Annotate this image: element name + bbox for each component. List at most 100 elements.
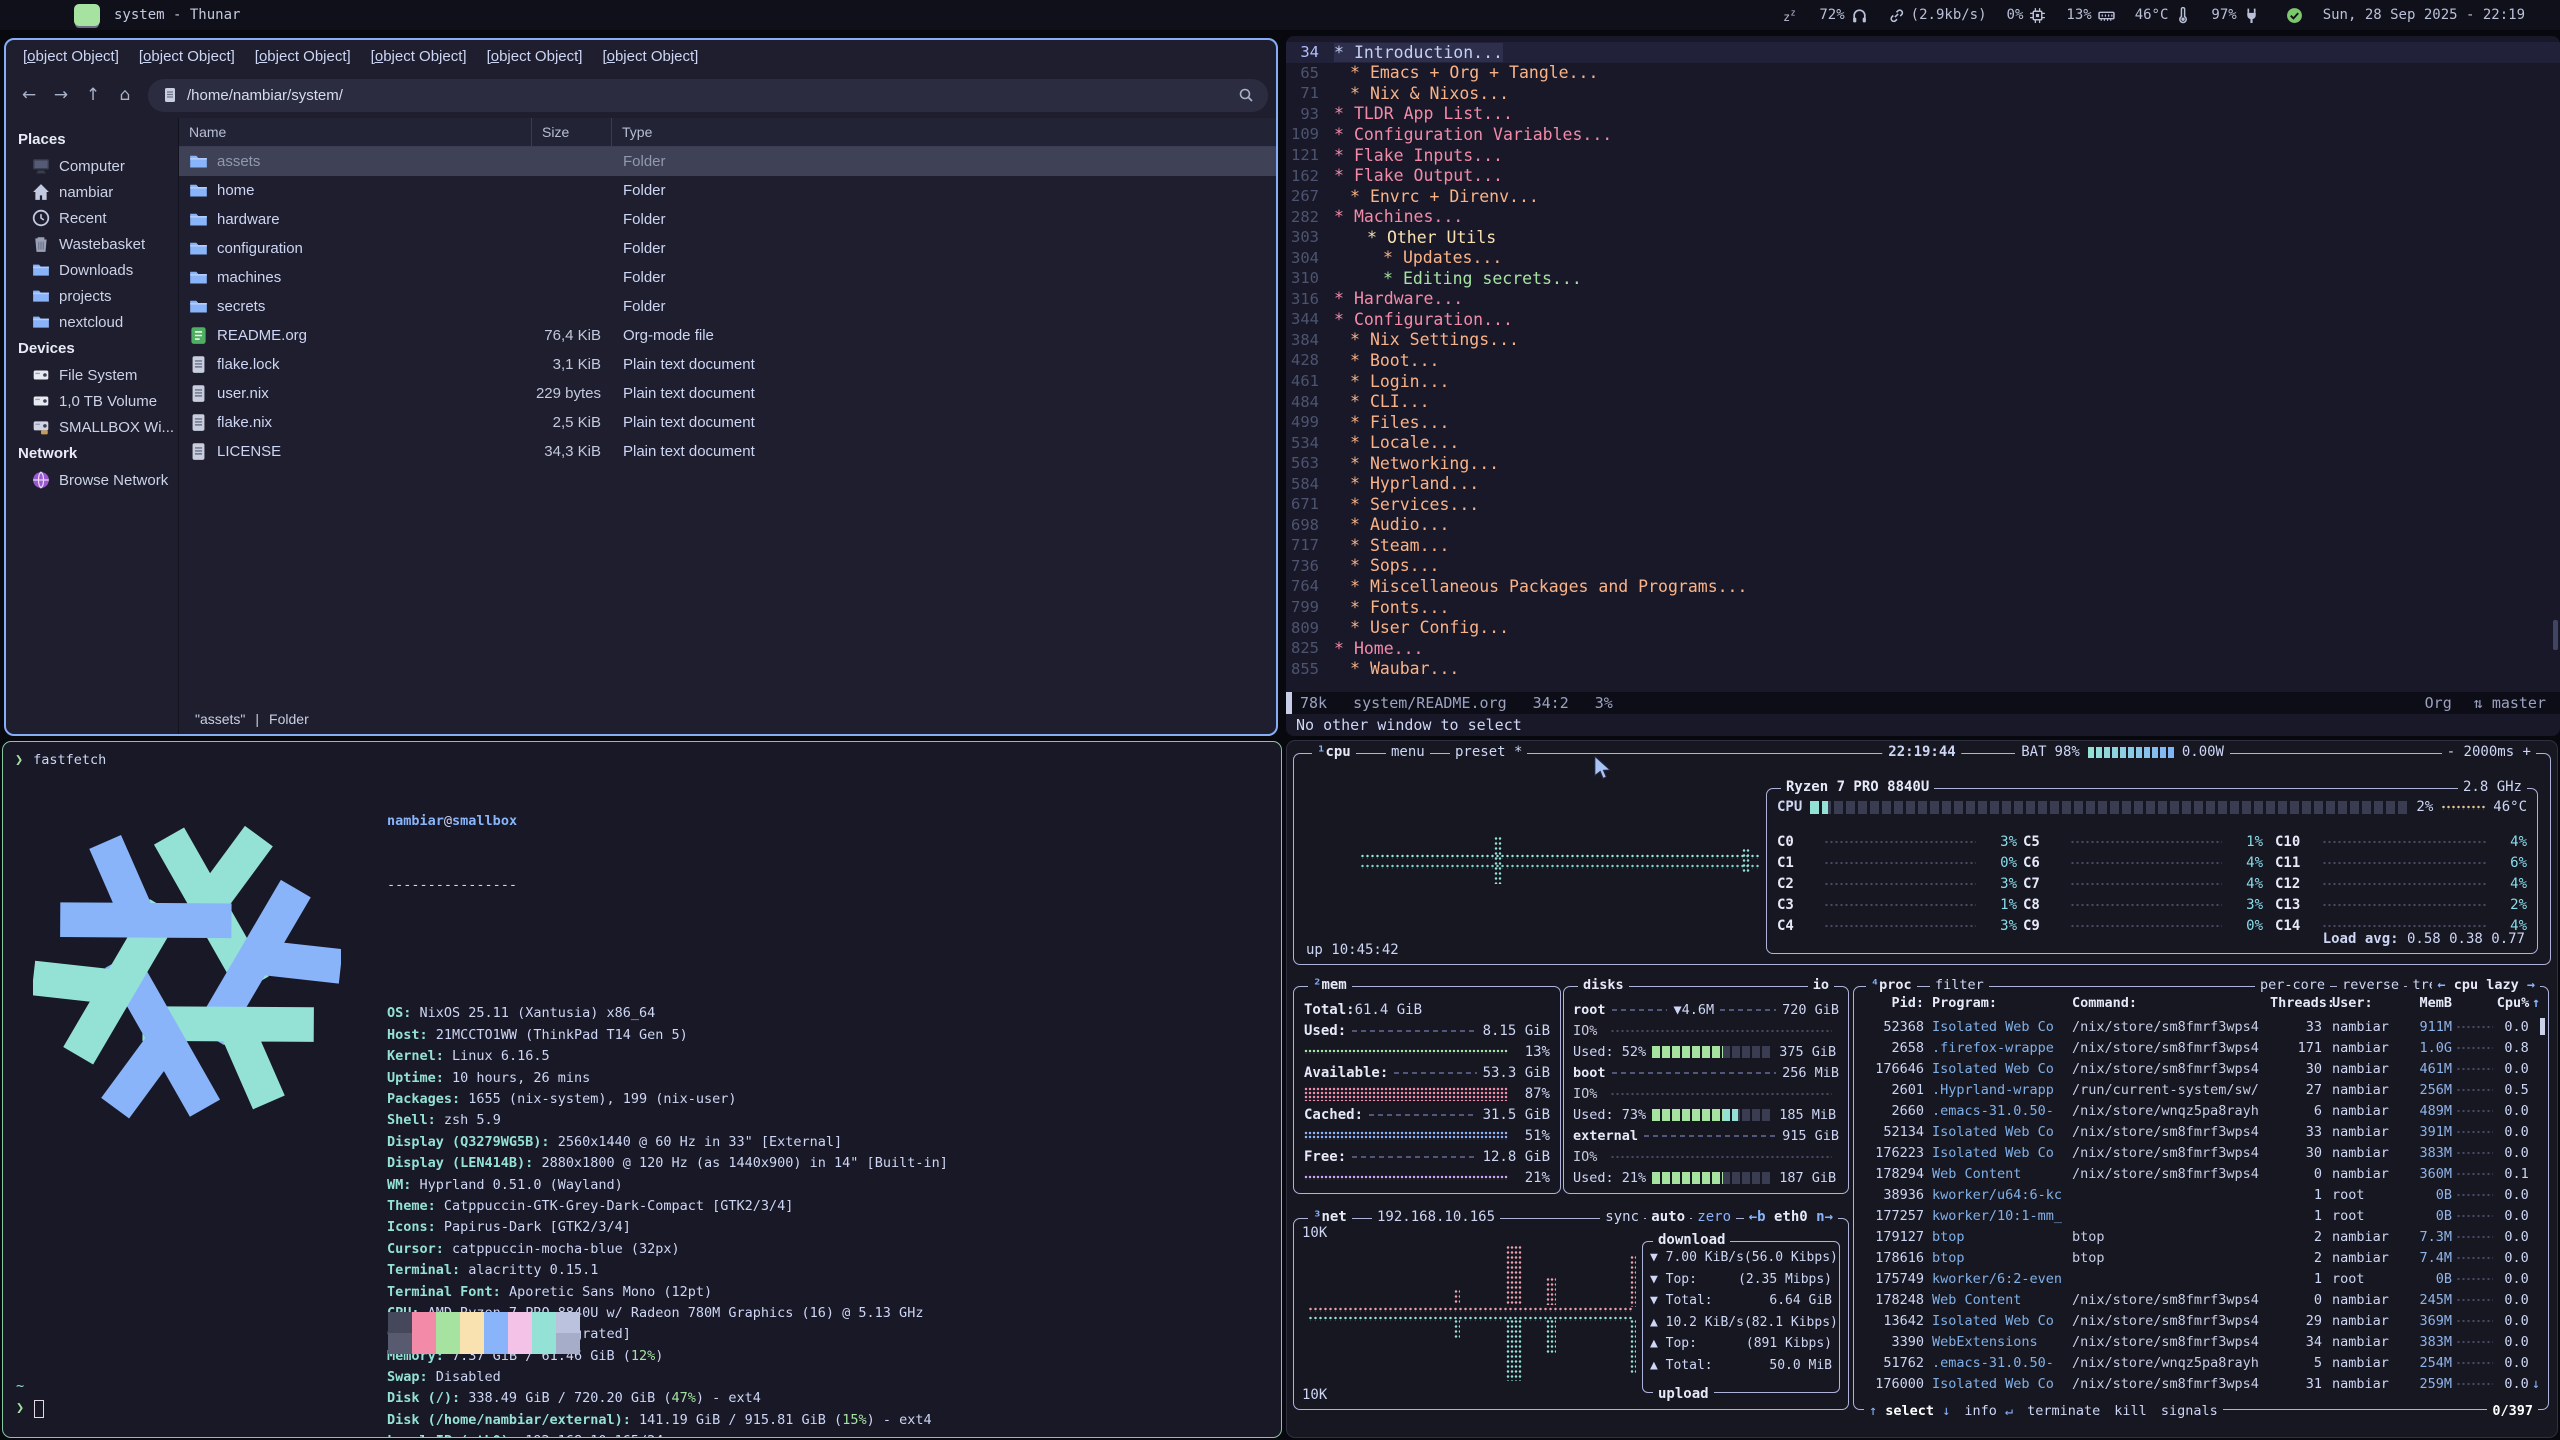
sidebar-item[interactable]: Browse Network — [6, 467, 178, 493]
zero-toggle[interactable]: zero — [1692, 1209, 1736, 1225]
process-row[interactable]: 51762 .emacs-31.0.50- /nix/store/wnqz5pa… — [1860, 1352, 2540, 1373]
process-row[interactable]: 2601 .Hyprland-wrapp /run/current-system… — [1860, 1079, 2540, 1100]
terminal-window[interactable]: ❯ fastfetch nambiar@smallbox -----------… — [2, 741, 1282, 1438]
process-row[interactable]: 178248 Web Content /nix/store/sm8fmrf3wp… — [1860, 1289, 2540, 1310]
forward-button[interactable]: → — [46, 80, 76, 110]
file-row[interactable]: flake.nix 2,5 KiB Plain text document — [179, 408, 1276, 437]
home-button[interactable]: ⌂ — [110, 80, 140, 110]
menu-item[interactable]: [object Object] — [130, 45, 244, 68]
sidebar-item[interactable]: Recent — [6, 205, 178, 231]
core-row: C03% — [1777, 831, 2017, 852]
status-item[interactable]: 13% — [2066, 7, 2114, 24]
column-type[interactable]: Type — [611, 118, 1276, 146]
process-row[interactable]: 178294 Web Content /nix/store/sm8fmrf3wp… — [1860, 1163, 2540, 1184]
proc-header-row[interactable]: Pid: Program: Command: Threads: User: Me… — [1860, 995, 2540, 1011]
filter-button[interactable]: filter — [1930, 977, 1989, 993]
update-interval[interactable]: - 2000ms + — [2442, 744, 2536, 760]
disks-box-title[interactable]: disks — [1578, 977, 1629, 993]
sort-selector[interactable]: ← cpu lazy → — [2432, 977, 2540, 993]
sync-toggle[interactable]: sync — [1600, 1209, 1644, 1225]
sidebar-item[interactable]: nambiar — [6, 179, 178, 205]
file-row[interactable]: secrets Folder — [179, 292, 1276, 321]
status-item[interactable]: Sun, 28 Sep 2025 - 22:19 — [2323, 7, 2548, 24]
process-row[interactable]: 177257 kworker/10:1-mm_ 1 root 0B 0.0 — [1860, 1205, 2540, 1226]
file-row[interactable]: machines Folder — [179, 263, 1276, 292]
signals-button[interactable]: signals — [2161, 1403, 2218, 1419]
file-row[interactable]: hardware Folder — [179, 205, 1276, 234]
file-row[interactable]: home Folder — [179, 176, 1276, 205]
auto-toggle[interactable]: auto — [1646, 1209, 1690, 1225]
menu-item[interactable]: [object Object] — [14, 45, 128, 68]
process-row[interactable]: 178616 btop btop 2 nambiar 7.4M 0.0 — [1860, 1247, 2540, 1268]
terminate-button[interactable]: terminate — [2027, 1403, 2100, 1419]
sidebar-item[interactable]: 1,0 TB Volume — [6, 388, 178, 414]
process-row[interactable]: 52368 Isolated Web Co /nix/store/sm8fmrf… — [1860, 1016, 2540, 1037]
preset-button[interactable]: preset * — [1450, 744, 1527, 760]
status-item[interactable]: 97% — [2211, 7, 2259, 24]
btop-window[interactable]: ¹cpu menu preset * 22:19:44 BAT98%0.00W … — [1286, 740, 2558, 1438]
process-row[interactable]: 38936 kworker/u64:6-kc 1 root 0B 0.0 — [1860, 1184, 2540, 1205]
file-row[interactable]: README.org 76,4 KiB Org-mode file — [179, 321, 1276, 350]
column-name[interactable]: Name — [179, 124, 531, 140]
io-toggle[interactable]: io — [1808, 977, 1834, 993]
sidebar-item[interactable]: SMALLBOX Wi... — [6, 414, 178, 440]
status-item[interactable]: (2.9kb/s) — [1888, 7, 1987, 24]
status-item[interactable]: zz — [1776, 7, 1799, 24]
workspace-button[interactable] — [42, 4, 68, 26]
menu-item[interactable]: [object Object] — [593, 45, 707, 68]
shell-prompt-empty[interactable]: ❯ — [16, 1398, 44, 1419]
workspace-button[interactable] — [10, 4, 36, 26]
process-row[interactable]: 2660 .emacs-31.0.50- /nix/store/wnqz5pa8… — [1860, 1100, 2540, 1121]
info-button[interactable]: info ↵ — [1964, 1403, 2013, 1419]
sidebar-item[interactable]: projects — [6, 283, 178, 309]
column-size[interactable]: Size — [531, 118, 611, 146]
sidebar-item[interactable]: Downloads — [6, 257, 178, 283]
status-item[interactable]: 72% — [1819, 7, 1867, 24]
emacs-window[interactable]: 34 *Introduction... 65 *Emacs + Org + Ta… — [1286, 36, 2560, 736]
path-bar[interactable]: /home/nambiar/system/ — [148, 79, 1268, 112]
proc-footer: ↑ select ↓ info ↵ terminate kill signals — [1864, 1403, 2223, 1419]
interface-switcher[interactable]: ←b eth0 n→ — [1744, 1209, 1838, 1225]
org-star: * — [1350, 556, 1360, 575]
sidebar-item[interactable]: nextcloud — [6, 309, 178, 335]
workspace-button[interactable] — [74, 4, 100, 26]
process-row[interactable]: 2658 .firefox-wrappe /nix/store/sm8fmrf3… — [1860, 1037, 2540, 1058]
file-row[interactable]: LICENSE 34,3 KiB Plain text document — [179, 437, 1276, 466]
proc-box-title[interactable]: ⁴proc — [1866, 977, 1917, 993]
proc-scrollbar-thumb[interactable] — [2540, 1018, 2545, 1035]
sidebar-item[interactable]: Computer — [6, 153, 178, 179]
file-row[interactable]: user.nix 229 bytes Plain text document — [179, 379, 1276, 408]
status-item[interactable]: 46°C — [2135, 7, 2192, 24]
cpu-box-title[interactable]: ¹cpu — [1312, 744, 1356, 760]
menu-button[interactable]: menu — [1386, 744, 1430, 760]
kill-button[interactable]: kill — [2114, 1403, 2147, 1419]
mem-box-title[interactable]: ²mem — [1308, 977, 1352, 993]
per-core-toggle[interactable]: per-core — [2255, 977, 2330, 993]
status-item[interactable]: 0% — [2007, 7, 2047, 24]
process-row[interactable]: 13642 Isolated Web Co /nix/store/sm8fmrf… — [1860, 1310, 2540, 1331]
memory-graph — [1304, 1175, 1508, 1180]
net-box-title[interactable]: ³net — [1308, 1209, 1352, 1225]
process-row[interactable]: 52134 Isolated Web Co /nix/store/sm8fmrf… — [1860, 1121, 2540, 1142]
scrollbar-thumb[interactable] — [2553, 620, 2558, 650]
sidebar-item[interactable]: File System — [6, 362, 178, 388]
file-row[interactable]: flake.lock 3,1 KiB Plain text document — [179, 350, 1276, 379]
process-row[interactable]: 175749 kworker/6:2-even 1 root 0B 0.0 — [1860, 1268, 2540, 1289]
file-row[interactable]: assets Folder — [179, 147, 1276, 176]
back-button[interactable]: ← — [14, 80, 44, 110]
menu-item[interactable]: [object Object] — [362, 45, 476, 68]
up-button[interactable]: ↑ — [78, 80, 108, 110]
process-row[interactable]: 176223 Isolated Web Co /nix/store/sm8fmr… — [1860, 1142, 2540, 1163]
process-row[interactable]: 179127 btop btop 2 nambiar 7.3M 0.0 — [1860, 1226, 2540, 1247]
search-icon[interactable] — [1238, 87, 1254, 103]
proc-mini-graph — [2456, 1067, 2493, 1071]
reverse-toggle[interactable]: reverse — [2337, 977, 2404, 993]
menu-item[interactable]: [object Object] — [246, 45, 360, 68]
menu-item[interactable]: [object Object] — [478, 45, 592, 68]
file-row[interactable]: configuration Folder — [179, 234, 1276, 263]
process-row[interactable]: 176646 Isolated Web Co /nix/store/sm8fmr… — [1860, 1058, 2540, 1079]
process-row[interactable]: 176000 Isolated Web Co /nix/store/sm8fmr… — [1860, 1373, 2540, 1394]
status-item[interactable] — [2280, 7, 2303, 24]
sidebar-item[interactable]: Wastebasket — [6, 231, 178, 257]
process-row[interactable]: 3390 WebExtensions /nix/store/sm8fmrf3wp… — [1860, 1331, 2540, 1352]
